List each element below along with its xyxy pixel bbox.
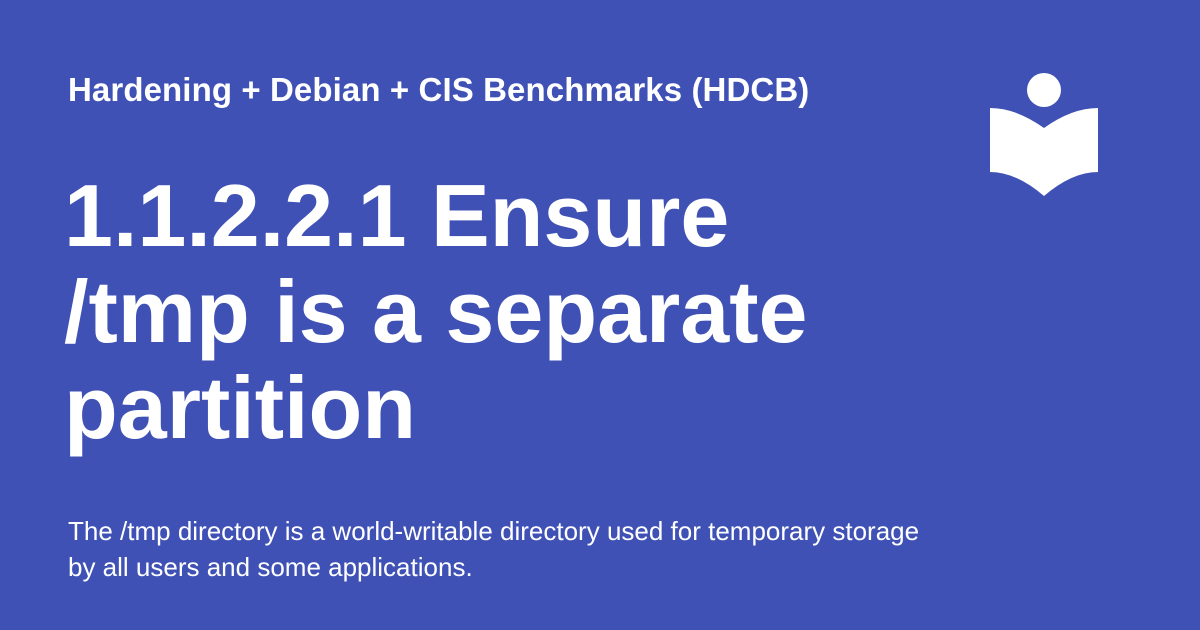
social-preview-card: Hardening + Debian + CIS Benchmarks (HDC… bbox=[0, 0, 1200, 630]
page-description: The /tmp directory is a world-writable d… bbox=[68, 516, 920, 582]
page-title: 1.1.2.2.1 Ensure /tmp is a separate part… bbox=[64, 166, 808, 457]
site-name: Hardening + Debian + CIS Benchmarks (HDC… bbox=[68, 71, 810, 108]
reader-book-icon bbox=[990, 73, 1098, 196]
